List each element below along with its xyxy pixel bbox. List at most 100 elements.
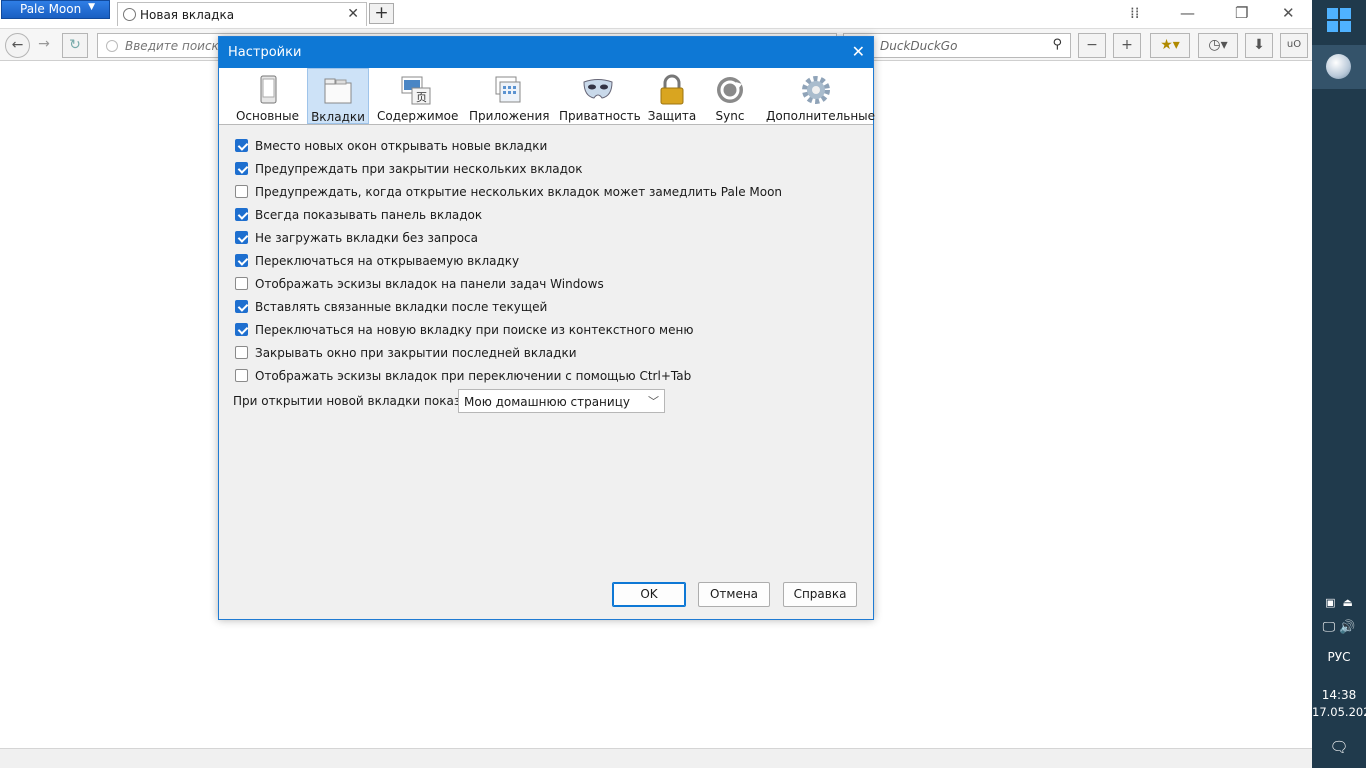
pane-content[interactable]: 页 Содержимое (377, 68, 458, 124)
option-row[interactable]: Не загружать вкладки без запроса (235, 228, 873, 251)
padlock-icon (656, 74, 688, 106)
option-label: Отображать эскизы вкладок на панели зада… (255, 277, 604, 291)
zoom-out-button[interactable]: − (1078, 33, 1106, 58)
option-row[interactable]: Вместо новых окон открывать новые вкладк… (235, 136, 873, 159)
new-tab-setting-row: При открытии новой вкладки показать: Мою… (233, 389, 873, 415)
clock-date[interactable]: 17.05.2023 (1312, 705, 1366, 719)
option-row[interactable]: Предупреждать при закрытии нескольких вк… (235, 159, 873, 182)
settings-dialog: Настройки ✕ Основные Вкладки 页 Содержимо… (218, 36, 875, 620)
ublock-icon[interactable]: uO (1280, 33, 1308, 58)
taskbar: ▣ ⏏ 🖵 🔊 РУС 14:38 17.05.2023 🗨 (1312, 0, 1366, 768)
start-windows-icon[interactable] (1327, 8, 1351, 32)
pane-advanced[interactable]: Дополнительные (766, 68, 875, 124)
app-menu-label: Pale Moon (20, 2, 82, 16)
ok-button[interactable]: OK (612, 582, 686, 607)
new-tab-dropdown[interactable]: Мою домашнюю страницу ﹀ (458, 389, 665, 413)
option-checkbox[interactable] (235, 277, 248, 290)
option-row[interactable]: Отображать эскизы вкладок на панели зада… (235, 274, 873, 297)
chevron-down-icon: ▼ (88, 2, 95, 12)
option-checkbox[interactable] (235, 185, 248, 198)
option-label: Вместо новых окон открывать новые вкладк… (255, 139, 548, 153)
history-button[interactable]: ◷▾ (1198, 33, 1238, 58)
tray-icons-row-2: 🖵 🔊 (1312, 620, 1366, 635)
tab-title: Новая вкладка (140, 8, 235, 22)
option-row[interactable]: Отображать эскизы вкладок при переключен… (235, 366, 873, 389)
option-checkbox[interactable] (235, 208, 248, 221)
gear-icon (800, 74, 832, 106)
pane-applications[interactable]: Приложения (469, 68, 550, 124)
pane-security[interactable]: Защита (647, 68, 697, 124)
clock-time[interactable]: 14:38 (1312, 688, 1366, 702)
tray-icons-row-1: ▣ ⏏ (1312, 596, 1366, 609)
notification-icon[interactable]: 🗨 (1312, 738, 1366, 756)
tabs-icon (322, 75, 354, 107)
option-label: Предупреждать при закрытии нескольких вк… (255, 162, 583, 176)
bookmarks-button[interactable]: ★▾ (1150, 33, 1190, 58)
reload-button[interactable]: ↻ (62, 33, 88, 58)
pane-general[interactable]: Основные (234, 68, 301, 124)
option-label: Отображать эскизы вкладок при переключен… (255, 369, 692, 383)
pane-sync[interactable]: Sync (709, 68, 751, 124)
option-row[interactable]: Всегда показывать панель вкладок (235, 205, 873, 228)
minimize-icon[interactable]: — (1180, 4, 1195, 22)
dialog-titlebar: Настройки ✕ (219, 37, 873, 68)
option-label: Переключаться на новую вкладку при поиск… (255, 323, 694, 337)
option-label: Всегда показывать панель вкладок (255, 208, 483, 222)
pale-moon-icon (1326, 54, 1351, 79)
option-row[interactable]: Предупреждать, когда открытие нескольких… (235, 182, 873, 205)
option-checkbox[interactable] (235, 254, 248, 267)
option-checkbox[interactable] (235, 162, 248, 175)
back-button[interactable]: ← (5, 33, 30, 58)
chevron-down-icon: ﹀ (648, 395, 659, 408)
language-indicator[interactable]: РУС (1312, 650, 1366, 664)
pane-privacy[interactable]: Приватность (559, 68, 641, 124)
search-icon[interactable]: ⚲ (1052, 37, 1062, 52)
dialog-close-icon[interactable]: ✕ (852, 42, 865, 61)
new-tab-button[interactable]: + (369, 3, 394, 24)
option-checkbox[interactable] (235, 369, 248, 382)
option-row[interactable]: Переключаться на открываемую вкладку (235, 251, 873, 274)
status-bar (0, 748, 1312, 768)
downloads-button[interactable]: ⬇ (1245, 33, 1273, 58)
forward-button[interactable]: → (32, 33, 56, 58)
vm-icon[interactable]: ▣ (1325, 596, 1335, 609)
option-row[interactable]: Закрывать окно при закрытии последней вк… (235, 343, 873, 366)
network-icon[interactable]: 🖵 (1323, 620, 1336, 635)
svg-text:页: 页 (416, 91, 427, 104)
option-checkbox[interactable] (235, 300, 248, 313)
close-tab-icon[interactable]: ✕ (347, 6, 359, 22)
site-identity-icon (106, 40, 118, 52)
dialog-title: Настройки (228, 45, 302, 60)
option-checkbox[interactable] (235, 231, 248, 244)
content-icon: 页 (400, 74, 432, 106)
window-close-icon[interactable]: ✕ (1282, 4, 1295, 22)
search-input[interactable]: DuckDuckGo ⚲ (843, 33, 1071, 58)
applications-icon (491, 74, 523, 106)
sync-icon (714, 74, 746, 106)
tab-list-icon[interactable]: ⁞⁞ (1130, 4, 1140, 22)
option-checkbox[interactable] (235, 346, 248, 359)
new-tab-label: При открытии новой вкладки показать: (233, 394, 486, 408)
tab-new-tab[interactable]: Новая вкладка ✕ (117, 2, 367, 26)
privacy-mask-icon (582, 74, 614, 106)
pane-tabs[interactable]: Вкладки (307, 68, 369, 124)
options-list: Вместо новых окон открывать новые вкладк… (235, 136, 873, 389)
restore-icon[interactable]: ❐ (1235, 4, 1248, 22)
option-row[interactable]: Вставлять связанные вкладки после текуще… (235, 297, 873, 320)
option-label: Вставлять связанные вкладки после текуще… (255, 300, 548, 314)
option-label: Не загружать вкладки без запроса (255, 231, 478, 245)
tabs-pane-content: Вместо новых окон открывать новые вкладк… (219, 125, 873, 545)
zoom-in-button[interactable]: + (1113, 33, 1141, 58)
help-button[interactable]: Справка (783, 582, 857, 607)
option-label: Переключаться на открываемую вкладку (255, 254, 520, 268)
cancel-button[interactable]: Отмена (698, 582, 770, 607)
option-row[interactable]: Переключаться на новую вкладку при поиск… (235, 320, 873, 343)
globe-icon (123, 8, 136, 21)
volume-icon[interactable]: 🔊 (1339, 620, 1355, 635)
option-checkbox[interactable] (235, 323, 248, 336)
app-menu-button[interactable]: Pale Moon ▼ (1, 0, 110, 19)
usb-icon[interactable]: ⏏ (1343, 596, 1353, 609)
pale-moon-taskbar-button[interactable] (1312, 45, 1366, 89)
option-checkbox[interactable] (235, 139, 248, 152)
preferences-pane-bar: Основные Вкладки 页 Содержимое Приложения… (219, 68, 875, 125)
